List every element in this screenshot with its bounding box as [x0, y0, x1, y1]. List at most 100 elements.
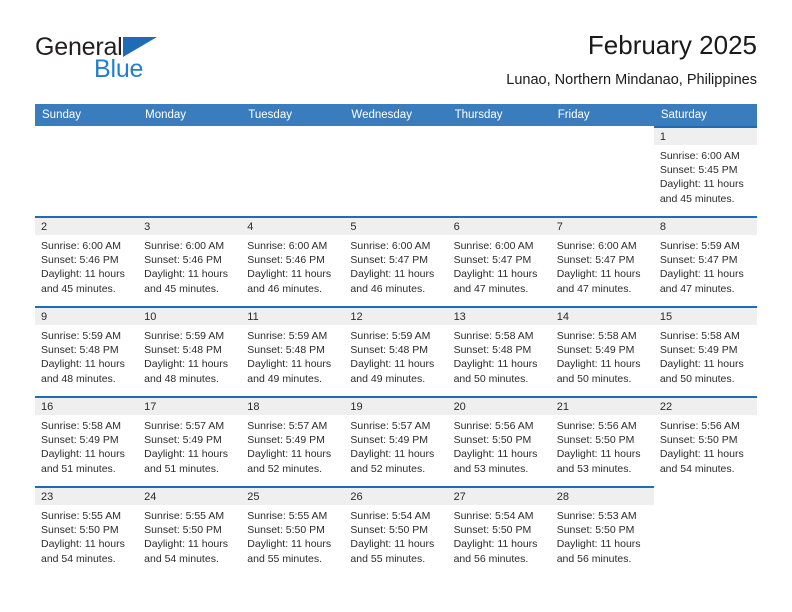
- sunrise-time: Sunrise: 5:59 AM: [247, 330, 328, 342]
- empty-day-cell: [35, 126, 138, 216]
- calendar-cell: 7 Sunrise: 6:00 AM Sunset: 5:47 PM Daylight…: [550, 216, 654, 306]
- calendar-cell: 3 Sunrise: 6:00 AM Sunset: 5:46 PM Daylight…: [138, 216, 242, 306]
- daylight-duration: Daylight: 11 hours and 45 minutes.: [144, 268, 228, 295]
- day-cell[interactable]: 12 Sunrise: 5:59 AM Sunset: 5:48 PM Dayligh…: [344, 306, 448, 396]
- day-cell[interactable]: 10 Sunrise: 5:59 AM Sunset: 5:48 PM Dayligh…: [138, 306, 242, 396]
- day-number: 27: [447, 488, 551, 505]
- day-cell[interactable]: 28 Sunrise: 5:53 AM Sunset: 5:50 PM Dayligh…: [550, 486, 654, 576]
- day-cell[interactable]: 2 Sunrise: 6:00 AM Sunset: 5:46 PM Daylight…: [35, 216, 139, 306]
- calendar-cell: 20 Sunrise: 5:56 AM Sunset: 5:50 PM Dayligh…: [447, 396, 551, 486]
- day-details: Sunrise: 5:58 AM Sunset: 5:49 PM Daylight:…: [654, 325, 757, 386]
- sunrise-time: Sunrise: 5:59 AM: [144, 330, 225, 342]
- day-cell[interactable]: 23 Sunrise: 5:55 AM Sunset: 5:50 PM Dayligh…: [35, 486, 139, 576]
- calendar-cell: 15 Sunrise: 5:58 AM Sunset: 5:49 PM Dayligh…: [653, 306, 757, 396]
- day-cell[interactable]: 7 Sunrise: 6:00 AM Sunset: 5:47 PM Daylight…: [550, 216, 654, 306]
- sunset-time: Sunset: 5:47 PM: [556, 254, 635, 267]
- daylight-duration: Daylight: 11 hours and 56 minutes.: [453, 538, 538, 565]
- daylight-duration: Daylight: 11 hours and 48 minutes.: [41, 358, 125, 385]
- day-cell[interactable]: 9 Sunrise: 5:59 AM Sunset: 5:48 PM Daylight…: [35, 306, 139, 396]
- day-cell[interactable]: 27 Sunrise: 5:54 AM Sunset: 5:50 PM Dayligh…: [447, 486, 551, 576]
- day-details: Sunrise: 5:56 AM Sunset: 5:50 PM Daylight:…: [448, 415, 551, 476]
- sunset-time: Sunset: 5:50 PM: [453, 524, 532, 537]
- day-details: Sunrise: 5:57 AM Sunset: 5:49 PM Daylight:…: [241, 415, 344, 476]
- day-cell[interactable]: 21 Sunrise: 5:56 AM Sunset: 5:50 PM Dayligh…: [550, 396, 654, 486]
- sunrise-time: Sunrise: 5:54 AM: [350, 510, 431, 522]
- sunrise-time: Sunrise: 5:55 AM: [144, 510, 225, 522]
- weekday-header-monday: Monday: [138, 104, 242, 126]
- day-cell[interactable]: 1 Sunrise: 6:00 AM Sunset: 5:45 PM Daylight…: [653, 126, 757, 216]
- day-cell[interactable]: 18 Sunrise: 5:57 AM Sunset: 5:49 PM Dayligh…: [241, 396, 345, 486]
- weekday-header-thursday: Thursday: [447, 104, 551, 126]
- sunrise-time: Sunrise: 6:00 AM: [41, 240, 121, 252]
- sunset-time: Sunset: 5:49 PM: [556, 344, 635, 357]
- daylight-duration: Daylight: 11 hours and 54 minutes.: [144, 538, 228, 565]
- calendar-cell: 14 Sunrise: 5:58 AM Sunset: 5:49 PM Dayligh…: [550, 306, 654, 396]
- day-cell[interactable]: 24 Sunrise: 5:55 AM Sunset: 5:50 PM Dayligh…: [138, 486, 242, 576]
- day-cell[interactable]: 11 Sunrise: 5:59 AM Sunset: 5:48 PM Dayligh…: [241, 306, 345, 396]
- sunset-time: Sunset: 5:48 PM: [453, 344, 532, 357]
- day-cell[interactable]: 15 Sunrise: 5:58 AM Sunset: 5:49 PM Dayligh…: [653, 306, 757, 396]
- sunset-time: Sunset: 5:48 PM: [350, 344, 429, 357]
- empty-day-cell: [138, 126, 241, 216]
- day-details: Sunrise: 5:55 AM Sunset: 5:50 PM Daylight:…: [138, 505, 241, 566]
- day-cell[interactable]: 26 Sunrise: 5:54 AM Sunset: 5:50 PM Dayligh…: [344, 486, 448, 576]
- calendar-cell: 21 Sunrise: 5:56 AM Sunset: 5:50 PM Dayligh…: [550, 396, 654, 486]
- sunset-time: Sunset: 5:50 PM: [247, 524, 325, 537]
- calendar-week-row: 9 Sunrise: 5:59 AM Sunset: 5:48 PM Daylight…: [35, 306, 757, 396]
- day-cell[interactable]: 19 Sunrise: 5:57 AM Sunset: 5:49 PM Dayligh…: [344, 396, 448, 486]
- day-cell[interactable]: 20 Sunrise: 5:56 AM Sunset: 5:50 PM Dayligh…: [447, 396, 551, 486]
- day-cell[interactable]: 3 Sunrise: 6:00 AM Sunset: 5:46 PM Daylight…: [138, 216, 242, 306]
- day-cell[interactable]: 5 Sunrise: 6:00 AM Sunset: 5:47 PM Daylight…: [344, 216, 448, 306]
- calendar-body: 1 Sunrise: 6:00 AM Sunset: 5:45 PM Daylight…: [35, 126, 757, 576]
- calendar-week-row: 23 Sunrise: 5:55 AM Sunset: 5:50 PM Dayligh…: [35, 486, 757, 576]
- calendar-cell: [241, 126, 344, 216]
- day-cell[interactable]: 6 Sunrise: 6:00 AM Sunset: 5:47 PM Daylight…: [447, 216, 551, 306]
- daylight-duration: Daylight: 11 hours and 47 minutes.: [453, 268, 538, 295]
- sunrise-time: Sunrise: 5:59 AM: [659, 240, 740, 252]
- day-number: 28: [550, 488, 654, 505]
- day-cell[interactable]: 16 Sunrise: 5:58 AM Sunset: 5:49 PM Dayligh…: [35, 396, 139, 486]
- calendar-cell: 28 Sunrise: 5:53 AM Sunset: 5:50 PM Dayligh…: [550, 486, 654, 576]
- day-cell[interactable]: 8 Sunrise: 5:59 AM Sunset: 5:47 PM Daylight…: [653, 216, 757, 306]
- day-details: Sunrise: 5:59 AM Sunset: 5:48 PM Daylight:…: [35, 325, 138, 386]
- day-number: 4: [241, 218, 345, 235]
- day-cell[interactable]: 4 Sunrise: 6:00 AM Sunset: 5:46 PM Daylight…: [241, 216, 345, 306]
- sunrise-time: Sunrise: 6:00 AM: [247, 240, 328, 252]
- day-cell[interactable]: 22 Sunrise: 5:56 AM Sunset: 5:50 PM Dayligh…: [653, 396, 757, 486]
- sunset-time: Sunset: 5:46 PM: [41, 254, 119, 267]
- sunset-time: Sunset: 5:46 PM: [144, 254, 222, 267]
- daylight-duration: Daylight: 11 hours and 50 minutes.: [556, 358, 641, 385]
- day-details: Sunrise: 5:59 AM Sunset: 5:47 PM Daylight:…: [654, 235, 757, 296]
- sunrise-time: Sunrise: 5:53 AM: [556, 510, 637, 522]
- sunrise-time: Sunrise: 6:00 AM: [144, 240, 225, 252]
- day-number: 10: [138, 308, 242, 325]
- calendar-cell: 8 Sunrise: 5:59 AM Sunset: 5:47 PM Daylight…: [653, 216, 757, 306]
- calendar-cell: 10 Sunrise: 5:59 AM Sunset: 5:48 PM Dayligh…: [138, 306, 242, 396]
- sunrise-time: Sunrise: 5:58 AM: [556, 330, 637, 342]
- sunrise-time: Sunrise: 5:54 AM: [453, 510, 534, 522]
- day-details: Sunrise: 6:00 AM Sunset: 5:45 PM Daylight:…: [654, 145, 757, 206]
- sunrise-time: Sunrise: 5:56 AM: [453, 420, 534, 432]
- daylight-duration: Daylight: 11 hours and 53 minutes.: [453, 448, 538, 475]
- day-details: Sunrise: 6:00 AM Sunset: 5:47 PM Daylight:…: [344, 235, 447, 296]
- day-details: Sunrise: 5:56 AM Sunset: 5:50 PM Daylight:…: [551, 415, 654, 476]
- day-cell[interactable]: 25 Sunrise: 5:55 AM Sunset: 5:50 PM Dayligh…: [241, 486, 345, 576]
- day-cell[interactable]: 17 Sunrise: 5:57 AM Sunset: 5:49 PM Dayligh…: [138, 396, 242, 486]
- calendar-cell: 24 Sunrise: 5:55 AM Sunset: 5:50 PM Dayligh…: [138, 486, 242, 576]
- sunset-time: Sunset: 5:49 PM: [41, 434, 119, 447]
- calendar-cell: [344, 126, 447, 216]
- day-details: Sunrise: 5:57 AM Sunset: 5:49 PM Daylight:…: [138, 415, 241, 476]
- day-details: Sunrise: 5:54 AM Sunset: 5:50 PM Daylight:…: [448, 505, 551, 566]
- day-cell[interactable]: 14 Sunrise: 5:58 AM Sunset: 5:49 PM Dayligh…: [550, 306, 654, 396]
- sunrise-time: Sunrise: 5:58 AM: [453, 330, 534, 342]
- calendar-cell: [35, 126, 138, 216]
- day-number: 23: [35, 488, 139, 505]
- day-number: 24: [138, 488, 242, 505]
- sunrise-time: Sunrise: 6:00 AM: [350, 240, 431, 252]
- general-blue-logo[interactable]: General Blue: [35, 34, 265, 90]
- daylight-duration: Daylight: 11 hours and 55 minutes.: [247, 538, 332, 565]
- day-cell[interactable]: 13 Sunrise: 5:58 AM Sunset: 5:48 PM Dayligh…: [447, 306, 551, 396]
- daylight-duration: Daylight: 11 hours and 52 minutes.: [350, 448, 435, 475]
- day-details: Sunrise: 6:00 AM Sunset: 5:47 PM Daylight:…: [448, 235, 551, 296]
- day-number: 3: [138, 218, 242, 235]
